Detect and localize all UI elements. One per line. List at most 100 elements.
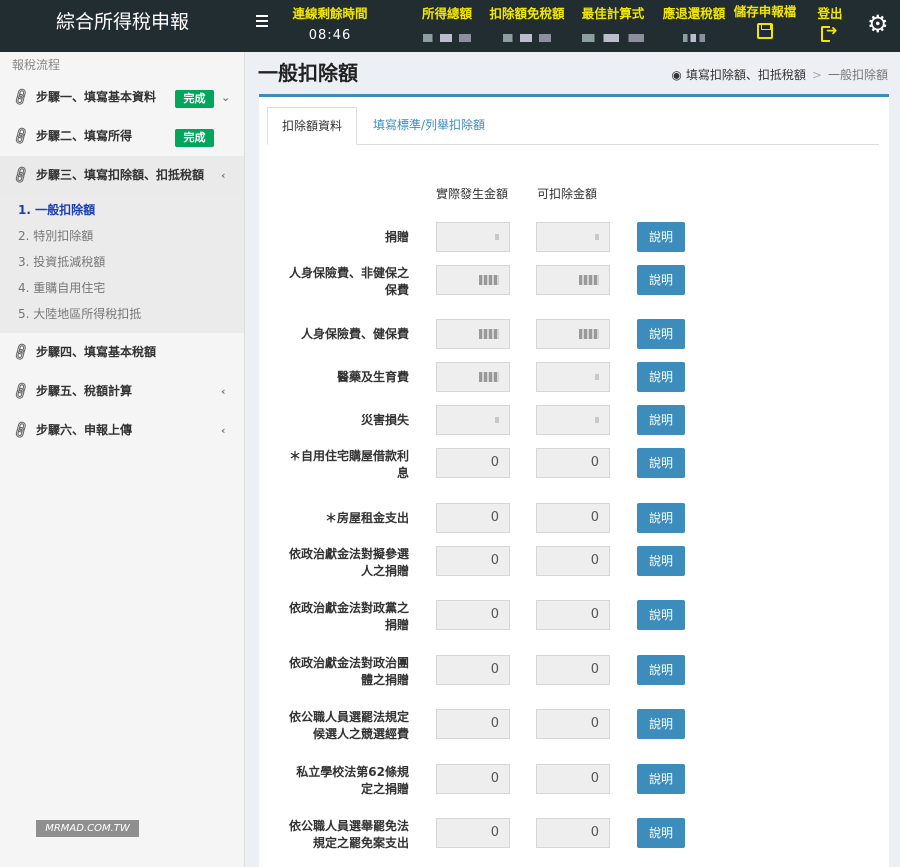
- sidebar-item-step1[interactable]: 🔗︎ 步驟一、填寫基本資料 完成 ⌄: [0, 78, 244, 117]
- help-button[interactable]: 說明: [637, 362, 685, 392]
- tab-standard-itemized[interactable]: 填寫標準/列舉扣除額: [359, 107, 499, 145]
- best-calc-value-blurred: [582, 34, 644, 42]
- save-label: 儲存申報檔: [733, 4, 797, 19]
- watermark: MRMAD.COM.TW: [36, 820, 139, 837]
- actual-amount-input[interactable]: 0: [436, 818, 510, 848]
- deductible-amount-input[interactable]: 0: [536, 655, 610, 685]
- help-button[interactable]: 說明: [637, 405, 685, 435]
- actual-amount-input[interactable]: [436, 362, 510, 392]
- actual-amount-input[interactable]: 0: [436, 655, 510, 685]
- actual-amount-input[interactable]: [436, 319, 510, 349]
- deduction-row-label: ＊自用住宅購屋借款利息: [269, 448, 409, 482]
- help-button[interactable]: 說明: [637, 655, 685, 685]
- blurred-value: [479, 371, 499, 382]
- row-label-line2: 人之捐贈: [360, 564, 409, 578]
- actual-amount-input[interactable]: 0: [436, 448, 510, 478]
- help-button[interactable]: 說明: [637, 600, 685, 630]
- deduction-label: 扣除額免稅額: [489, 6, 565, 21]
- column-header-actual: 實際發生金額: [436, 187, 509, 201]
- sidebar-item-step2[interactable]: 🔗︎ 步驟二、填寫所得 完成: [0, 117, 244, 156]
- status-badge: 完成: [175, 90, 214, 108]
- sidebar-item-step6[interactable]: 🔗︎ 步驟六、申報上傳 ‹: [0, 411, 244, 450]
- row-label-line1: ＊自用住宅購屋借款利: [288, 449, 409, 463]
- link-icon: 🔗︎: [10, 380, 33, 403]
- actual-amount-input[interactable]: [436, 265, 510, 295]
- best-calc: 最佳計算式: [578, 3, 648, 45]
- submenu-item-investment-credit[interactable]: 3. 投資抵減稅額: [0, 249, 244, 275]
- save-icon: [757, 23, 773, 39]
- chevron-left-icon: ‹: [221, 424, 226, 437]
- help-button[interactable]: 說明: [637, 319, 685, 349]
- deductible-amount-input[interactable]: [536, 319, 610, 349]
- breadcrumb-link[interactable]: 填寫扣除額、扣抵稅額: [686, 68, 806, 82]
- actual-amount-input[interactable]: 0: [436, 764, 510, 794]
- countdown-value: 08:46: [308, 28, 352, 43]
- actual-amount-input[interactable]: [436, 222, 510, 252]
- row-label-line1: 醫藥及生育費: [336, 370, 409, 384]
- sidebar-item-step3[interactable]: 🔗︎ 步驟三、填寫扣除額、扣抵稅額 ‹: [0, 156, 244, 195]
- column-header-deductible: 可扣除金額: [537, 187, 598, 201]
- deductible-amount-input[interactable]: [536, 222, 610, 252]
- actual-amount-input[interactable]: 0: [436, 546, 510, 576]
- status-badge: 完成: [175, 129, 214, 147]
- deductible-amount-input[interactable]: 0: [536, 600, 610, 630]
- sidebar-item-label: 步驟一、填寫基本資料: [36, 90, 157, 104]
- logout-button[interactable]: 登出: [814, 3, 846, 42]
- blurred-value: [495, 416, 499, 423]
- sidebar-item-step4[interactable]: 🔗︎ 步驟四、填寫基本稅額: [0, 333, 244, 372]
- breadcrumb-current: 一般扣除額: [827, 68, 888, 82]
- deductible-amount-input[interactable]: 0: [536, 448, 610, 478]
- row-label-line1: 依政治獻金法對擬參選: [288, 547, 409, 561]
- link-icon: 🔗︎: [10, 419, 33, 442]
- deductible-amount-input[interactable]: 0: [536, 546, 610, 576]
- blurred-value: [579, 274, 599, 285]
- help-button[interactable]: 說明: [637, 764, 685, 794]
- link-icon: 🔗︎: [10, 341, 33, 364]
- link-icon: 🔗︎: [10, 86, 33, 109]
- actual-amount-input[interactable]: 0: [436, 503, 510, 533]
- sidebar-item-step5[interactable]: 🔗︎ 步驟五、稅額計算 ‹: [0, 372, 244, 411]
- submenu-item-house-repurchase[interactable]: 4. 重購自用住宅: [0, 275, 244, 301]
- submenu-item-mainland-tax[interactable]: 5. 大陸地區所得稅扣抵: [0, 301, 244, 327]
- deductible-amount-input[interactable]: 0: [536, 709, 610, 739]
- submenu-item-special-deduction[interactable]: 2. 特別扣除額: [0, 223, 244, 249]
- tab-deduction-data[interactable]: 扣除額資料: [267, 107, 358, 145]
- sidebar-header: 報稅流程: [12, 58, 61, 72]
- deduction-row-label: 依政治獻金法對政治團 體之捐贈: [269, 655, 409, 689]
- income-value-blurred: [423, 34, 471, 42]
- submenu-item-general-deduction[interactable]: 1. 一般扣除額: [0, 197, 244, 223]
- deductible-amount-input[interactable]: 0: [536, 764, 610, 794]
- deductible-amount-input[interactable]: 0: [536, 503, 610, 533]
- deductible-amount-input[interactable]: [536, 362, 610, 392]
- sidebar-item-label: 步驟二、填寫所得: [36, 129, 133, 143]
- help-button[interactable]: 說明: [637, 222, 685, 252]
- actual-amount-input[interactable]: [436, 405, 510, 435]
- deduction-row-label: 依公職人員選舉罷免法 規定之罷免案支出: [269, 818, 409, 852]
- row-label-line1: 捐贈: [384, 230, 409, 244]
- sidebar-item-label: 步驟五、稅額計算: [36, 384, 133, 398]
- actual-amount-input[interactable]: 0: [436, 600, 510, 630]
- app-title[interactable]: 綜合所得稅申報: [0, 0, 245, 52]
- help-button[interactable]: 說明: [637, 265, 685, 295]
- sidebar-item-label: 步驟三、填寫扣除額、扣抵稅額: [36, 168, 205, 182]
- deductible-amount-input[interactable]: [536, 265, 610, 295]
- help-button[interactable]: 說明: [637, 818, 685, 848]
- deductible-amount-input[interactable]: 0: [536, 818, 610, 848]
- refund-label: 應退還稅額: [662, 6, 726, 21]
- countdown-label: 連線剩餘時間: [292, 6, 368, 21]
- deduction-row-label: 人身保險費、健保費: [269, 326, 409, 343]
- main-content: 一般扣除額 ◉ 填寫扣除額、扣抵稅額 > 一般扣除額 扣除額資料 填寫標準/列舉扣除額…: [36, 52, 900, 867]
- help-button[interactable]: 說明: [637, 709, 685, 739]
- deduction-row-label: 人身保險費、非健保之 保費: [269, 265, 409, 299]
- help-button[interactable]: 說明: [637, 503, 685, 533]
- help-button[interactable]: 說明: [637, 546, 685, 576]
- deductible-amount-input[interactable]: [536, 405, 610, 435]
- refund-value-blurred: [683, 34, 705, 42]
- hamburger-menu-icon[interactable]: [256, 12, 272, 32]
- best-calc-label: 最佳計算式: [581, 6, 645, 21]
- help-button[interactable]: 說明: [637, 448, 685, 478]
- actual-amount-input[interactable]: 0: [436, 709, 510, 739]
- save-button[interactable]: 儲存申報檔: [732, 1, 798, 39]
- row-label-line1: 災害損失: [360, 413, 409, 427]
- gear-icon[interactable]: ⚙: [867, 10, 891, 38]
